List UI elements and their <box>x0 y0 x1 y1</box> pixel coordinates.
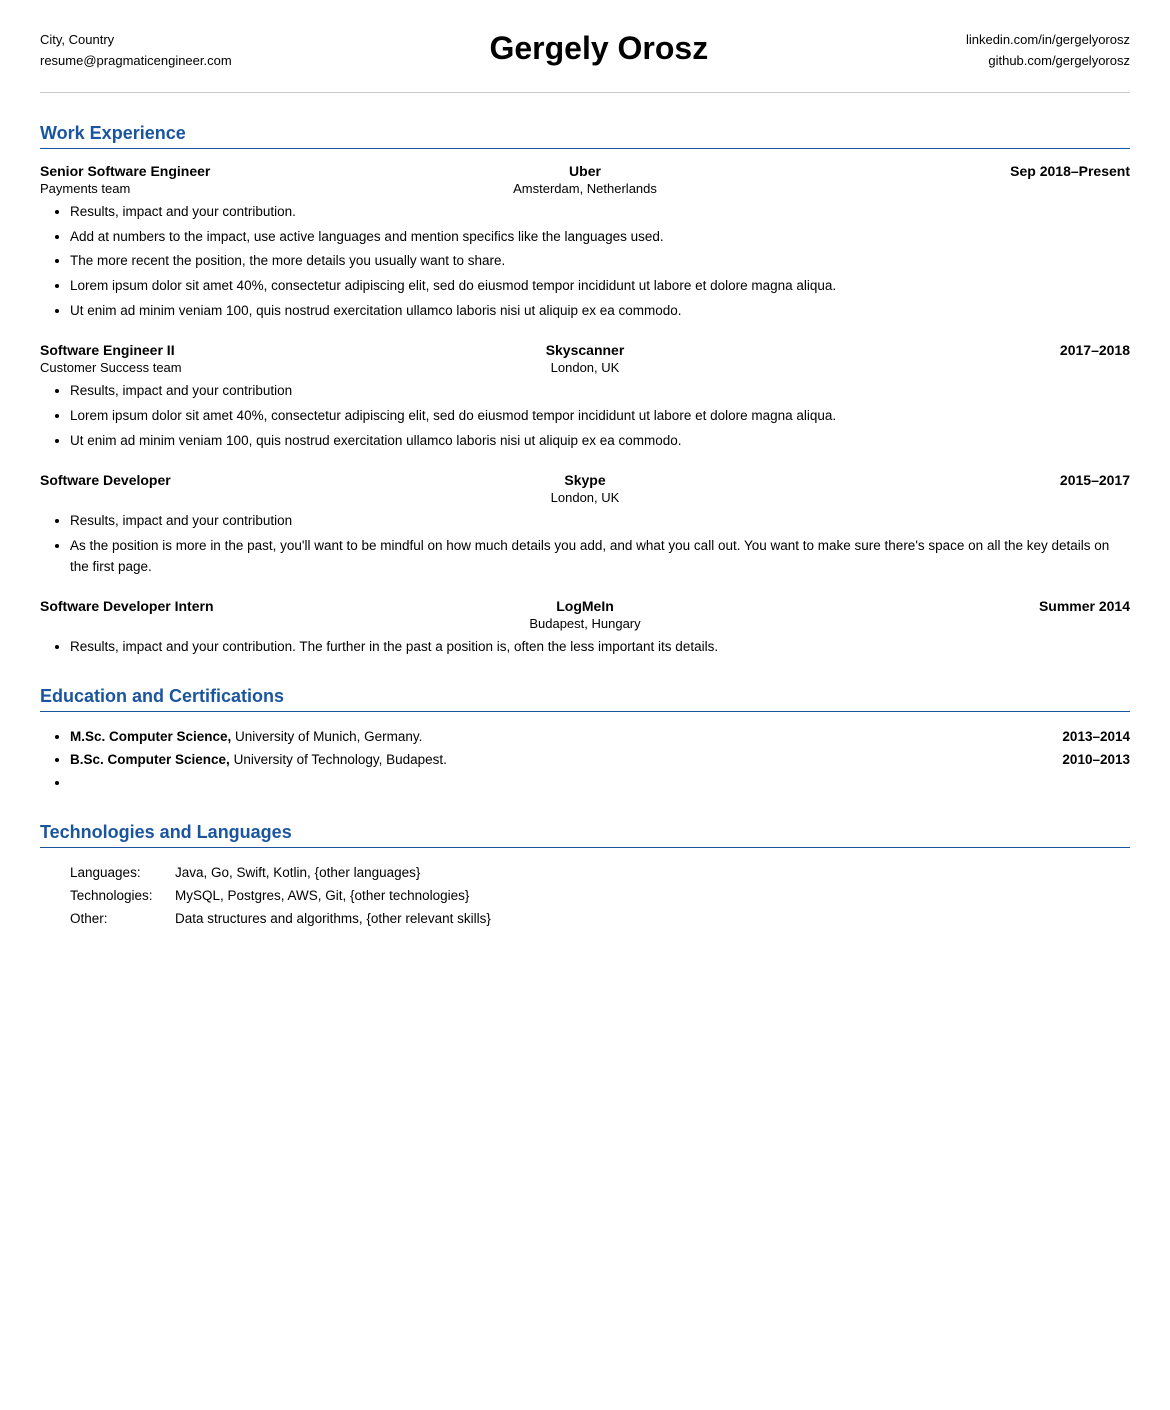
work-experience-title: Work Experience <box>40 123 1130 149</box>
job-location-se2: London, UK <box>405 360 765 375</box>
technologies-title: Technologies and Languages <box>40 822 1130 848</box>
edu-bsc-dates: 2010–2013 <box>1062 749 1130 772</box>
job-block-senior-se: Senior Software Engineer Uber Sep 2018–P… <box>40 163 1130 323</box>
job-bullets-se2: Results, impact and your contribution Lo… <box>60 381 1130 452</box>
list-item: As the position is more in the past, you… <box>70 536 1130 578</box>
job-company-sd: Skype <box>405 472 765 488</box>
header-contact-left: City, Country resume@pragmaticengineer.c… <box>40 30 232 72</box>
list-item: Lorem ipsum dolor sit amet 40%, consecte… <box>70 276 1130 297</box>
header-contact-right: linkedin.com/in/gergelyorosz github.com/… <box>966 30 1130 72</box>
job-subheader-senior-se: Payments team Amsterdam, Netherlands <box>40 181 1130 196</box>
education-section: Education and Certifications M.Sc. Compu… <box>40 686 1130 795</box>
list-item: M.Sc. Computer Science, University of Mu… <box>70 726 1130 749</box>
job-title-senior-se: Senior Software Engineer <box>40 163 400 179</box>
list-item: Results, impact and your contribution <box>70 511 1130 532</box>
job-subheader-intern: Budapest, Hungary <box>40 616 1130 631</box>
job-header-intern: Software Developer Intern LogMeIn Summer… <box>40 598 1130 614</box>
job-dates-intern: Summer 2014 <box>770 598 1130 614</box>
list-item: Results, impact and your contribution. T… <box>70 637 1130 658</box>
list-item: Results, impact and your contribution. <box>70 202 1130 223</box>
list-item: Add at numbers to the impact, use active… <box>70 227 1130 248</box>
job-team-senior-se: Payments team <box>40 181 400 196</box>
job-dates-senior-se: Sep 2018–Present <box>770 163 1130 179</box>
edu-bsc-degree-rest: University of Technology, Budapest. <box>230 752 447 767</box>
job-dates-sd: 2015–2017 <box>770 472 1130 488</box>
header-linkedin: linkedin.com/in/gergelyorosz <box>966 30 1130 51</box>
tech-value-0: Java, Go, Swift, Kotlin, {other language… <box>175 862 1130 885</box>
edu-msc-text: M.Sc. Computer Science, University of Mu… <box>70 726 1042 749</box>
list-item: Ut enim ad minim veniam 100, quis nostru… <box>70 431 1130 452</box>
job-header-sd: Software Developer Skype 2015–2017 <box>40 472 1130 488</box>
job-block-se2: Software Engineer II Skyscanner 2017–201… <box>40 342 1130 452</box>
job-header-se2: Software Engineer II Skyscanner 2017–201… <box>40 342 1130 358</box>
technologies-section: Technologies and Languages Languages: Ja… <box>40 822 1130 931</box>
list-item: B.Sc. Computer Science, University of Te… <box>70 749 1130 772</box>
edu-msc-degree-rest: University of Munich, Germany. <box>231 729 422 744</box>
job-bullets-intern: Results, impact and your contribution. T… <box>60 637 1130 658</box>
job-bullets-sd: Results, impact and your contribution As… <box>60 511 1130 578</box>
job-location-sd: London, UK <box>405 490 765 505</box>
job-title-intern: Software Developer Intern <box>40 598 400 614</box>
work-experience-section: Work Experience Senior Software Engineer… <box>40 123 1130 658</box>
full-name: Gergely Orosz <box>232 30 966 67</box>
list-item: Lorem ipsum dolor sit amet 40%, consecte… <box>70 406 1130 427</box>
list-item: Other: Data structures and algorithms, {… <box>70 908 1130 931</box>
job-company-senior-se: Uber <box>405 163 765 179</box>
job-header-senior-se: Senior Software Engineer Uber Sep 2018–P… <box>40 163 1130 179</box>
list-item: Results, impact and your contribution <box>70 381 1130 402</box>
job-location-intern: Budapest, Hungary <box>405 616 765 631</box>
header-city: City, Country <box>40 30 232 51</box>
edu-row-msc: M.Sc. Computer Science, University of Mu… <box>70 726 1130 749</box>
education-list: M.Sc. Computer Science, University of Mu… <box>60 726 1130 795</box>
edu-bsc-degree-bold: B.Sc. Computer Science, <box>70 752 230 767</box>
job-location-senior-se: Amsterdam, Netherlands <box>405 181 765 196</box>
edu-row-bsc: B.Sc. Computer Science, University of Te… <box>70 749 1130 772</box>
edu-msc-degree-bold: M.Sc. Computer Science, <box>70 729 231 744</box>
job-bullets-senior-se: Results, impact and your contribution. A… <box>60 202 1130 323</box>
tech-label-2: Other: <box>70 908 175 931</box>
list-item: Languages: Java, Go, Swift, Kotlin, {oth… <box>70 862 1130 885</box>
list-item <box>70 772 1130 795</box>
job-title-sd: Software Developer <box>40 472 400 488</box>
list-item: Ut enim ad minim veniam 100, quis nostru… <box>70 301 1130 322</box>
header-github: github.com/gergelyorosz <box>966 51 1130 72</box>
edu-bsc-text: B.Sc. Computer Science, University of Te… <box>70 749 1042 772</box>
job-company-se2: Skyscanner <box>405 342 765 358</box>
job-block-intern: Software Developer Intern LogMeIn Summer… <box>40 598 1130 658</box>
list-item: Technologies: MySQL, Postgres, AWS, Git,… <box>70 885 1130 908</box>
tech-value-2: Data structures and algorithms, {other r… <box>175 908 1130 931</box>
job-title-se2: Software Engineer II <box>40 342 400 358</box>
job-block-sd: Software Developer Skype 2015–2017 Londo… <box>40 472 1130 578</box>
edu-msc-dates: 2013–2014 <box>1062 726 1130 749</box>
header-name-block: Gergely Orosz <box>232 30 966 67</box>
resume-header: City, Country resume@pragmaticengineer.c… <box>40 30 1130 93</box>
tech-value-1: MySQL, Postgres, AWS, Git, {other techno… <box>175 885 1130 908</box>
header-email: resume@pragmaticengineer.com <box>40 51 232 72</box>
technologies-list: Languages: Java, Go, Swift, Kotlin, {oth… <box>60 862 1130 931</box>
education-title: Education and Certifications <box>40 686 1130 712</box>
job-subheader-se2: Customer Success team London, UK <box>40 360 1130 375</box>
job-subheader-sd: London, UK <box>40 490 1130 505</box>
tech-label-0: Languages: <box>70 862 175 885</box>
list-item: The more recent the position, the more d… <box>70 251 1130 272</box>
job-dates-se2: 2017–2018 <box>770 342 1130 358</box>
job-company-intern: LogMeIn <box>405 598 765 614</box>
job-team-se2: Customer Success team <box>40 360 400 375</box>
tech-label-1: Technologies: <box>70 885 175 908</box>
